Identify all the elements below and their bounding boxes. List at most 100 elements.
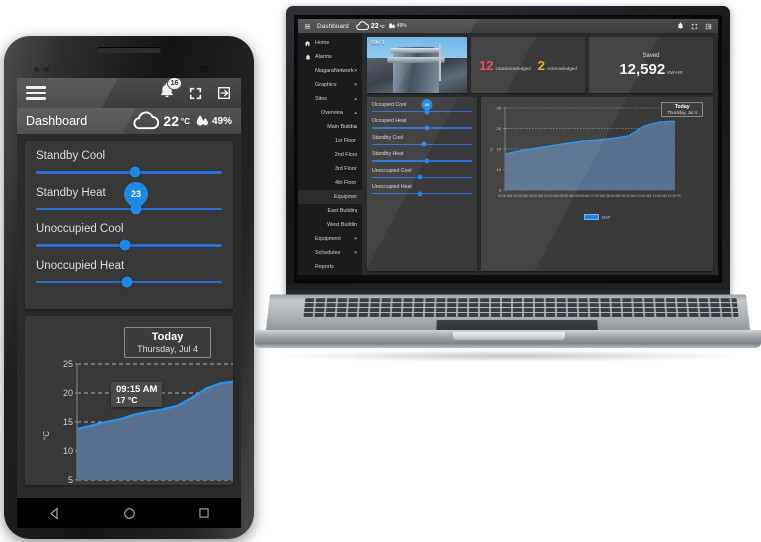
chevron-down-icon[interactable]: ▾ xyxy=(354,236,357,242)
sidebar-item-alarms[interactable]: Alarms xyxy=(298,50,362,64)
sidebar-item-overview[interactable]: Overview ▴ xyxy=(298,106,362,120)
setpoint-label: Standby Heat xyxy=(372,151,404,158)
home-circle-icon[interactable] xyxy=(122,506,137,521)
sidebar-item-3rd-floor[interactable]: 3rd Floor xyxy=(298,162,362,176)
temperature-unit: °C xyxy=(181,116,190,126)
sidebar-item-label: Main Building xyxy=(327,124,357,130)
sidebar-item-reports[interactable]: Reports xyxy=(298,260,362,274)
sidebar-item-schedules[interactable]: Schedules ▾ xyxy=(298,246,362,260)
bell-icon[interactable] xyxy=(677,22,684,30)
setpoint-slider-knob[interactable] xyxy=(417,191,423,197)
laptop-screen: Dashboard 22 °C 49% Home Alarms NiagaraN… xyxy=(298,19,718,275)
y-axis-tick: 5 xyxy=(499,187,502,192)
setpoint-label: Standby Cool xyxy=(372,134,404,141)
hamburger-icon[interactable] xyxy=(304,23,311,30)
setpoint-value-pin: 23 xyxy=(119,176,154,211)
sidebar-item-label: Reports xyxy=(315,264,334,270)
fullscreen-icon[interactable] xyxy=(188,86,203,101)
setpoint-slider-row: Occupied Cool 24 xyxy=(372,97,472,115)
sidebar-item-equipment[interactable]: Equipment xyxy=(298,190,362,204)
setpoint-label: Standby Cool xyxy=(36,150,106,162)
sidebar-item-east-building[interactable]: East Building xyxy=(298,204,362,218)
sidebar-item-label: Alarms xyxy=(315,54,332,60)
setpoint-slider-track[interactable]: 23 xyxy=(36,176,222,215)
sidebar-item-2nd-floor[interactable]: 2nd Floor xyxy=(298,148,362,162)
setpoint-slider-knob[interactable] xyxy=(129,166,141,178)
phone-setpoints-card: Standby Cool Standby Heat 23 Unoccupied Coo… xyxy=(25,141,233,309)
setpoint-slider-track[interactable] xyxy=(372,158,472,164)
sidebar-item-west-building[interactable]: West Building xyxy=(298,218,362,232)
unacknowledged-group: 12 Unacknowledged xyxy=(479,58,531,73)
setpoint-label: Occupied Heat xyxy=(372,118,407,125)
temperature-unit: °C xyxy=(379,23,385,29)
x-axis-tick: 03:00 AM xyxy=(529,194,544,198)
setpoint-slider-knob[interactable] xyxy=(421,141,427,147)
phone-page-header: Dashboard 22 °C 49% xyxy=(17,108,241,134)
energy-saved-card[interactable]: Saved 12,592 KW-HR xyxy=(589,37,713,93)
chevron-up-icon[interactable]: ▴ xyxy=(354,96,357,102)
weather-widget: 22 °C 49% xyxy=(355,21,407,31)
x-axis-tick: 02:00 AM xyxy=(513,194,528,198)
date-selector[interactable]: Today Thursday, Jul 4 xyxy=(661,102,703,117)
sidebar-item-1st-floor[interactable]: 1st Floor xyxy=(298,134,362,148)
chevron-down-icon[interactable]: ▾ xyxy=(354,82,357,88)
phone-sensor-a xyxy=(34,67,39,72)
setpoint-slider-track[interactable] xyxy=(372,141,472,147)
humidity-value: 49% xyxy=(211,115,232,127)
recents-square-icon[interactable] xyxy=(197,506,211,520)
chevron-down-icon[interactable]: ▾ xyxy=(354,250,357,256)
chevron-up-icon[interactable]: ▴ xyxy=(354,124,357,130)
fullscreen-icon[interactable] xyxy=(691,23,698,30)
hamburger-icon[interactable] xyxy=(26,86,46,100)
setpoint-slider-track[interactable] xyxy=(36,166,222,178)
setpoint-slider-row: Occupied Heat xyxy=(372,118,472,131)
setpoint-slider-track[interactable] xyxy=(36,276,222,288)
alarms-summary-card[interactable]: 12 Unacknowledged 2 Acknowledged xyxy=(471,37,585,93)
energy-saved-title: Saved xyxy=(642,52,660,59)
setpoint-slider-knob[interactable] xyxy=(119,239,131,251)
x-axis-tick: 01:00 AM xyxy=(498,194,513,198)
sidebar-item-equipment[interactable]: Equipment ▾ xyxy=(298,232,362,246)
logout-icon[interactable] xyxy=(705,23,712,30)
setpoint-slider-row: Standby Cool xyxy=(372,134,472,147)
sidebar-item-label: Overview xyxy=(321,110,344,116)
setpoint-slider-knob[interactable] xyxy=(121,276,133,288)
phone-front-camera xyxy=(200,66,207,73)
phone-trend-chart: 5 10 15 20 25 °C xyxy=(42,359,233,485)
home-icon xyxy=(303,40,312,47)
site-image-card[interactable]: Site 1 xyxy=(367,37,467,93)
sidebar-item-home[interactable]: Home xyxy=(298,36,362,50)
setpoint-slider-track[interactable]: 24 xyxy=(372,97,472,115)
setpoint-slider-track[interactable] xyxy=(36,239,222,251)
sidebar-item-4th-floor[interactable]: 4th Floor xyxy=(298,176,362,190)
date-selector-date: Thursday, Jul 4 xyxy=(667,110,697,115)
legend-swatch xyxy=(583,214,599,220)
sidebar-item-sites[interactable]: Sites ▴ xyxy=(298,92,362,106)
laptop-trend-chart: 5 10 15 20 25 01:00 AM 02:00 AM 03:00 AM 04:00 … xyxy=(489,105,682,198)
sidebar-item-graphics[interactable]: Graphics ▾ xyxy=(298,78,362,92)
laptop-chart-ylabel: °C xyxy=(489,147,494,152)
setpoint-slider-row: Unoccupied Cool xyxy=(36,223,222,251)
notifications-button[interactable]: 16 xyxy=(159,78,182,104)
setpoint-slider-track[interactable] xyxy=(372,125,472,131)
setpoint-slider-track[interactable] xyxy=(372,191,472,197)
legend-label: OAT xyxy=(601,214,611,220)
setpoint-label: Unoccupied Cool xyxy=(372,167,412,174)
setpoint-slider-knob[interactable] xyxy=(424,158,430,164)
sidebar-item-niagaranetwork[interactable]: NiagaraNetwork ▾ xyxy=(298,64,362,78)
chevron-down-icon[interactable]: ▾ xyxy=(354,68,357,74)
setpoint-slider-knob[interactable] xyxy=(417,174,423,180)
sidebar-item-label: 4th Floor xyxy=(335,180,357,186)
x-axis-tick: 06:00 AM xyxy=(575,194,590,198)
logout-icon[interactable] xyxy=(216,85,232,101)
phone-device: 16 Dashboard 22 °C 49% Standby Cool Stan… xyxy=(4,36,254,539)
back-triangle-icon[interactable] xyxy=(47,506,62,521)
sidebar-item-main-building[interactable]: Main Building ▴ xyxy=(298,120,362,134)
weather-widget: 22 °C 49% xyxy=(131,111,232,131)
chevron-up-icon[interactable]: ▴ xyxy=(354,110,357,116)
setpoint-slider-track[interactable] xyxy=(372,174,472,180)
sidebar-item-label: 3rd Floor xyxy=(335,166,357,172)
humidity-drop-icon xyxy=(196,114,208,125)
setpoint-slider-knob[interactable] xyxy=(424,125,430,131)
laptop-shadow xyxy=(275,350,745,362)
